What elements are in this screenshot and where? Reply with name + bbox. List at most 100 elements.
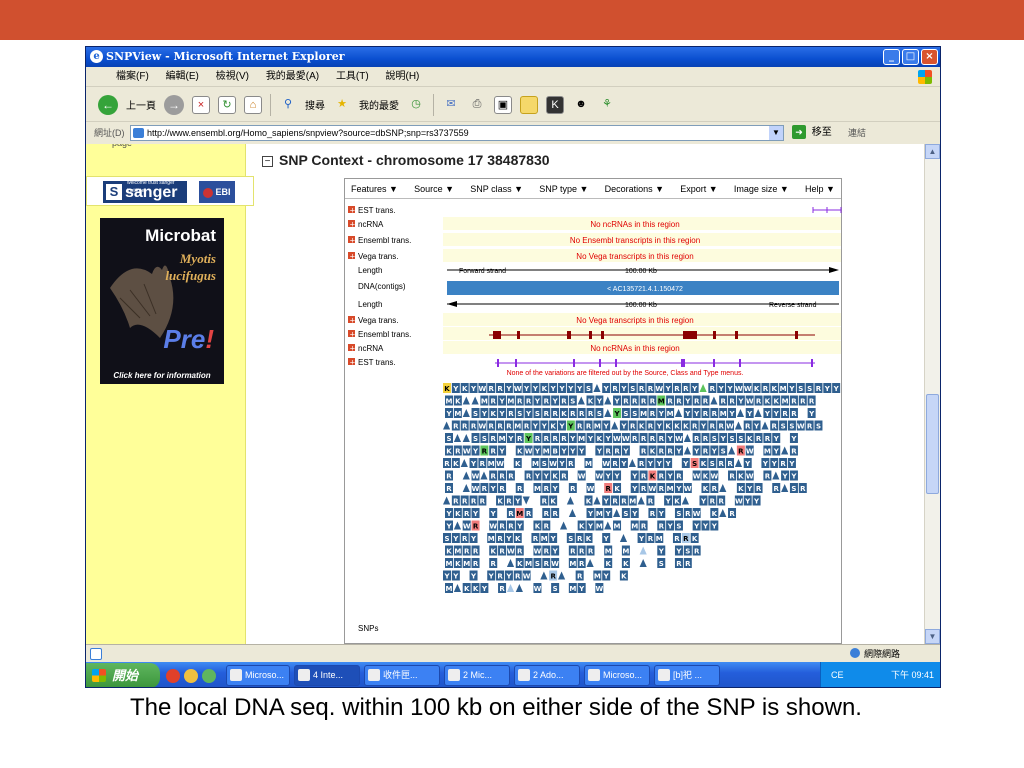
- chevron-down-icon[interactable]: ▼: [769, 126, 783, 140]
- snp-allele: Y: [658, 548, 665, 556]
- menu-image-size[interactable]: Image size ▼: [734, 179, 789, 198]
- snp-allele: Y: [587, 435, 594, 443]
- snp-allele: R: [577, 423, 583, 431]
- est-exon: [515, 359, 517, 367]
- snp-allele: R: [729, 473, 735, 481]
- taskbar-item[interactable]: 2 Mic...: [444, 665, 510, 686]
- snp-allele: Y: [516, 523, 523, 531]
- vertical-scrollbar[interactable]: ▲ ▼: [924, 144, 940, 644]
- snp-allele: R: [544, 485, 550, 493]
- messenger-icon[interactable]: ☻: [572, 96, 590, 114]
- favorites-label[interactable]: 我的最愛: [359, 97, 399, 112]
- go-button[interactable]: ➜ 移至: [792, 125, 832, 141]
- snp-allele: R: [683, 535, 689, 543]
- edit-page-icon[interactable]: ▣: [494, 95, 512, 114]
- links-label[interactable]: 連結: [848, 123, 866, 143]
- menu-tools[interactable]: 工具(T): [336, 71, 369, 82]
- taskbar-item[interactable]: Microso...: [226, 665, 290, 686]
- scroll-up-icon[interactable]: ▲: [925, 144, 940, 159]
- menu-snp-class[interactable]: SNP class ▼: [470, 179, 523, 198]
- menu-source[interactable]: Source ▼: [414, 179, 454, 198]
- snp-allele: W: [726, 423, 734, 431]
- snp-allele: Y: [481, 585, 488, 593]
- vega-exon: [567, 331, 571, 339]
- track-label: Vega trans.: [358, 316, 398, 325]
- search-icon[interactable]: ⚲: [279, 96, 297, 114]
- scroll-down-icon[interactable]: ▼: [925, 629, 940, 644]
- est-exon: [739, 359, 741, 367]
- history-icon[interactable]: ◷: [407, 96, 425, 114]
- taskbar-item[interactable]: Microso...: [584, 665, 650, 686]
- back-label[interactable]: 上一頁: [126, 97, 156, 112]
- scroll-thumb[interactable]: [926, 394, 939, 494]
- microbat-ad[interactable]: Microbat Myotis lucifugus Pre! Click her…: [100, 218, 224, 384]
- menu-decorations[interactable]: Decorations ▼: [605, 179, 664, 198]
- address-input[interactable]: http://www.ensembl.org/Homo_sapiens/snpv…: [130, 125, 784, 141]
- snp-allele: R: [641, 435, 647, 443]
- snp-allele: M: [454, 410, 461, 418]
- start-button[interactable]: 開始: [86, 663, 160, 687]
- back-arrow-icon[interactable]: ←: [98, 94, 118, 115]
- snp-allele: Y: [726, 385, 733, 393]
- snp-allele: R: [807, 423, 813, 431]
- collapse-icon[interactable]: −: [262, 156, 273, 167]
- snp-allele: R: [648, 423, 654, 431]
- research-icon[interactable]: K: [546, 95, 564, 114]
- menu-favorites[interactable]: 我的最愛(A): [266, 71, 319, 82]
- expand-icon-glyph: +: [350, 331, 356, 339]
- quicklaunch-icon[interactable]: [166, 668, 180, 683]
- forward-arrow-icon[interactable]: →: [164, 94, 184, 115]
- taskbar-item[interactable]: 收件匣...: [364, 665, 440, 686]
- quicklaunch-icon[interactable]: [184, 668, 198, 683]
- print-icon[interactable]: ⎙: [468, 96, 486, 114]
- snp-allele: K: [453, 460, 459, 468]
- snp-allele: R: [694, 435, 700, 443]
- snp-triangle: [681, 496, 689, 505]
- snp-allele: Y: [824, 385, 831, 393]
- snp-allele: Y: [746, 410, 753, 418]
- home-icon[interactable]: ⌂: [244, 95, 262, 114]
- folder-icon[interactable]: [520, 95, 538, 114]
- menu-snp-type[interactable]: SNP type ▼: [539, 179, 588, 198]
- title-bar[interactable]: e SNPView - Microsoft Internet Explorer …: [86, 47, 940, 67]
- close-button[interactable]: ×: [921, 49, 938, 65]
- taskbar-item[interactable]: [b]祀 ...: [654, 665, 720, 686]
- strand-arrow: [447, 301, 457, 307]
- search-label[interactable]: 搜尋: [305, 97, 325, 112]
- snp-allele: R: [612, 385, 618, 393]
- taskbar-item[interactable]: 4 Inte...: [294, 665, 360, 686]
- snp-allele: K: [455, 560, 461, 568]
- ebi-mark-icon: [203, 187, 214, 198]
- favorites-star-icon[interactable]: ★: [333, 96, 351, 114]
- vega-exon: [493, 331, 501, 339]
- menu-help-panel[interactable]: Help ▼: [805, 179, 835, 198]
- snp-triangle: [566, 496, 575, 505]
- taskbar-item-label: 收件匣...: [383, 670, 418, 680]
- ebi-logo[interactable]: EBI: [199, 181, 235, 203]
- mail-icon[interactable]: ✉: [442, 96, 460, 114]
- taskbar-item[interactable]: 2 Ado...: [514, 665, 580, 686]
- sanger-logo[interactable]: S welcome trust sanger institute sanger: [103, 180, 187, 203]
- snp-triangle: [586, 559, 594, 567]
- minimize-button[interactable]: _: [883, 49, 900, 65]
- people-icon[interactable]: ⚘: [598, 96, 616, 114]
- ad-info-link[interactable]: Click here for information: [100, 371, 224, 380]
- snp-allele: R: [718, 460, 724, 468]
- menu-view[interactable]: 檢視(V): [216, 71, 249, 82]
- menu-help[interactable]: 說明(H): [386, 71, 420, 82]
- stop-icon[interactable]: ×: [192, 95, 210, 114]
- snp-allele: Y: [700, 423, 707, 431]
- snp-allele: Y: [788, 460, 795, 468]
- maximize-button[interactable]: □: [902, 49, 919, 65]
- refresh-icon[interactable]: ↻: [218, 95, 236, 114]
- menu-file[interactable]: 檔案(F): [116, 71, 149, 82]
- snp-allele: R: [756, 485, 762, 493]
- menu-features[interactable]: Features ▼: [351, 179, 398, 198]
- quicklaunch-icon[interactable]: [202, 668, 216, 683]
- snp-allele: Y: [558, 385, 565, 393]
- menu-export[interactable]: Export ▼: [680, 179, 717, 198]
- clock[interactable]: 下午 09:41: [891, 662, 934, 687]
- snp-allele: Y: [711, 448, 718, 456]
- snp-allele: K: [597, 435, 603, 443]
- menu-edit[interactable]: 編輯(E): [166, 71, 199, 82]
